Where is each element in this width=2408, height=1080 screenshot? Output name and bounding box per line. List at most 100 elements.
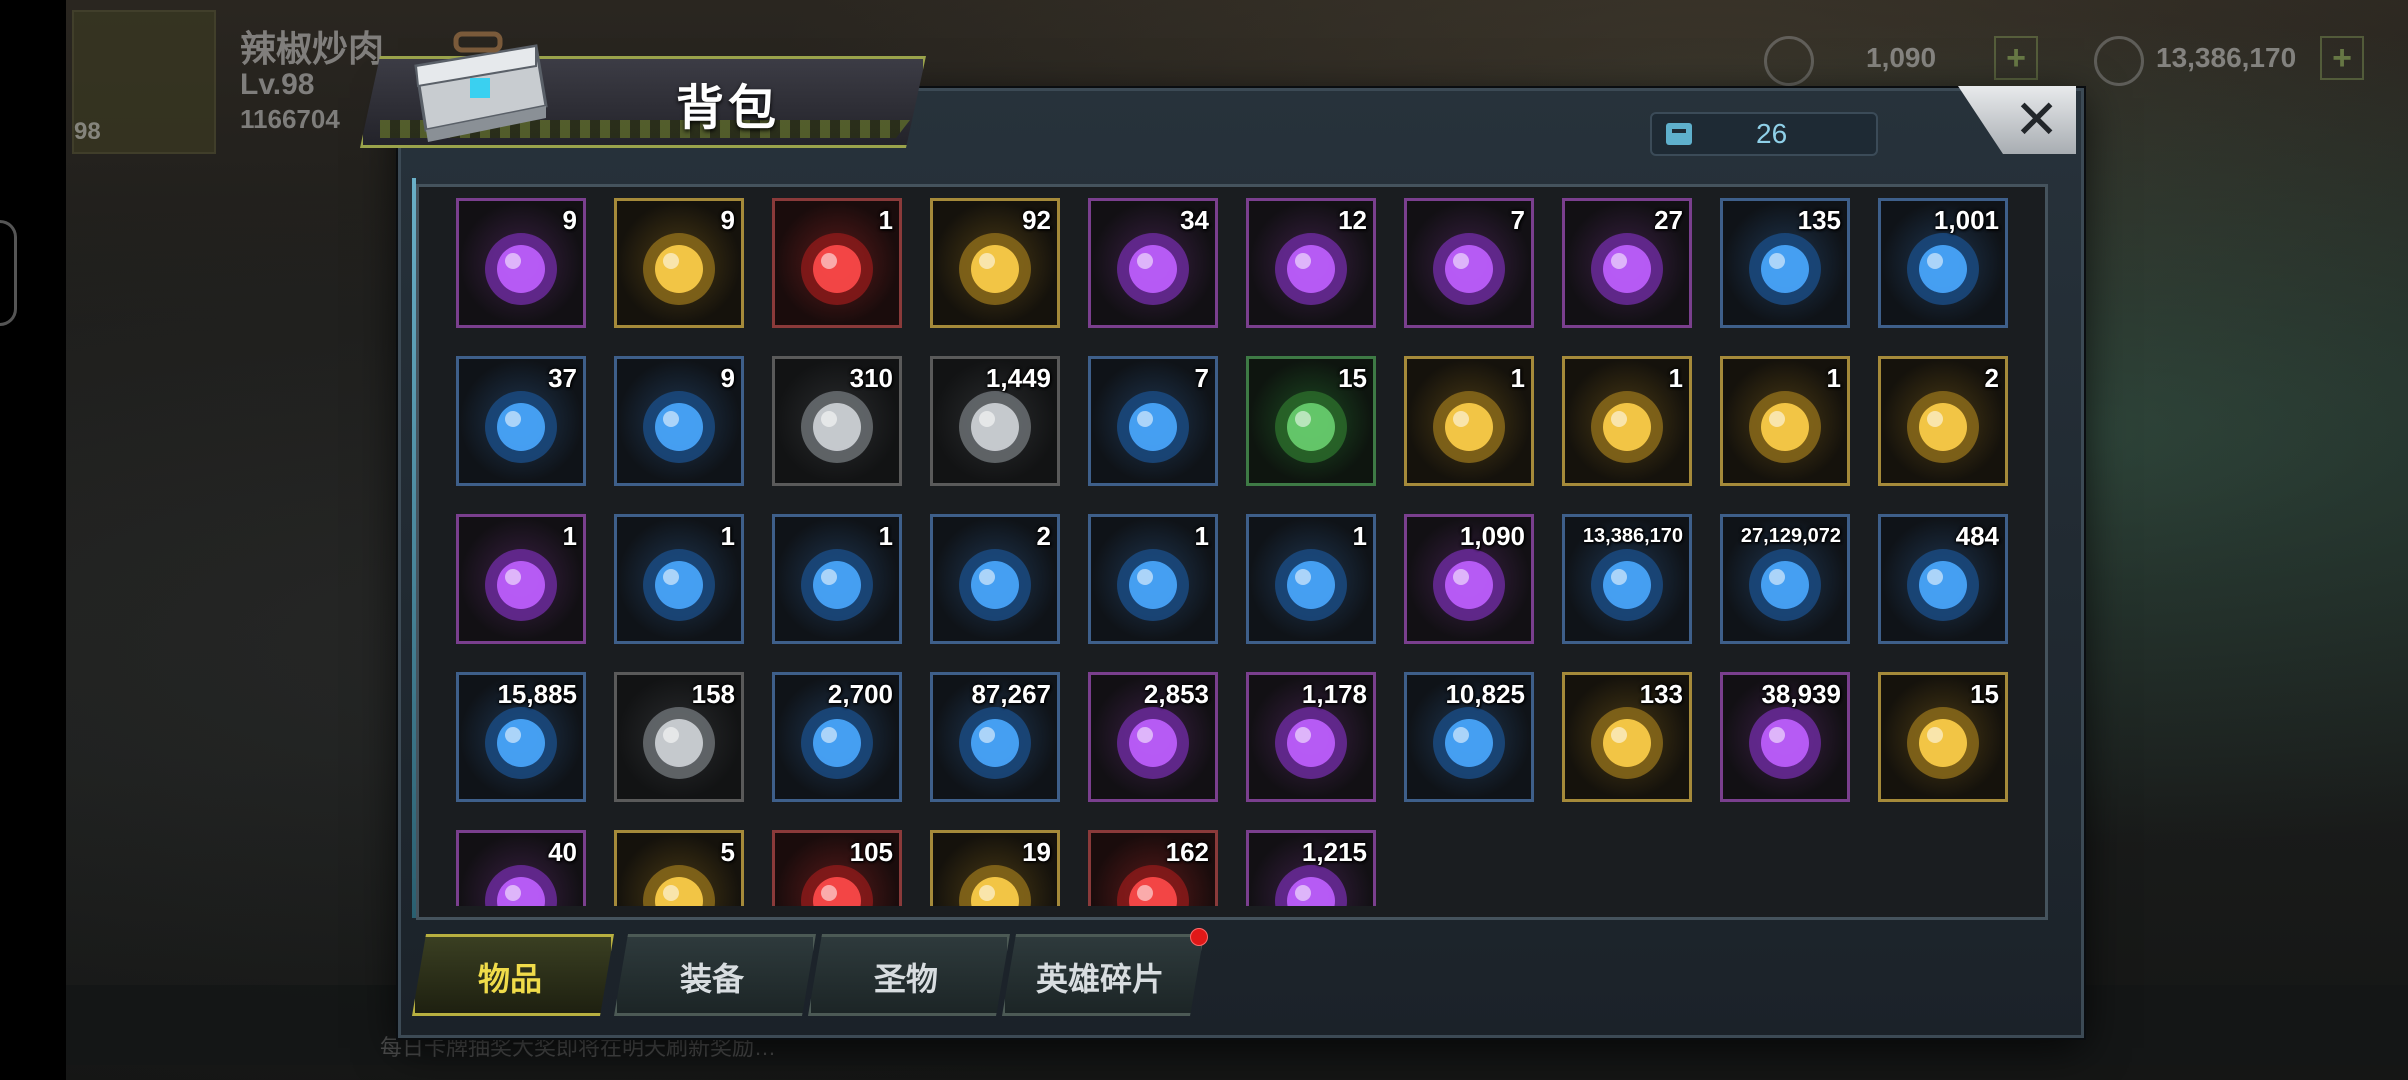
inventory-slot[interactable]: 135 [1720,198,1850,328]
item-count: 1 [1510,363,1525,393]
inventory-slot[interactable]: 1,090 [1404,514,1534,644]
item-count: 7 [1510,205,1525,235]
item-count: 9 [720,205,735,235]
inventory-slot[interactable]: 27,129,072 [1720,514,1850,644]
inventory-slot[interactable]: 9 [456,198,586,328]
inventory-slot[interactable]: 1,215 [1246,830,1376,906]
inventory-slot[interactable]: 1 [1246,514,1376,644]
item-count: 133 [1639,679,1683,709]
inventory-slot[interactable]: 1 [456,514,586,644]
item-count: 15 [1970,679,1999,709]
inventory-slot[interactable]: 1 [614,514,744,644]
tab-relics-label[interactable]: 圣物 [808,954,1004,1000]
item-count: 40 [548,837,577,867]
item-grid[interactable]: 9 9 1 92 34 12 7 27 135 1,001 37 9 310 1,449 7 15 1 1 1 2 1 1… [456,198,2016,906]
gem-icon [1764,36,1814,86]
backpack-icon [1666,123,1692,145]
inventory-slot[interactable]: 40 [456,830,586,906]
inventory-slot[interactable]: 2,700 [772,672,902,802]
gem-count: 1,090 [1866,42,1937,73]
inventory-slot[interactable]: 310 [772,356,902,486]
item-count: 19 [1022,837,1051,867]
item-count: 1 [562,521,577,551]
inventory-slot[interactable]: 1,001 [1878,198,2008,328]
add-gold-button[interactable]: + [2320,36,2364,80]
item-count: 15,885 [497,679,577,709]
inventory-slot[interactable]: 1 [1404,356,1534,486]
player-level: Lv.98 [240,68,315,101]
inventory-slot[interactable]: 2 [930,514,1060,644]
item-count: 10,825 [1445,679,1525,709]
inventory-slot[interactable]: 1 [1088,514,1218,644]
item-count: 12 [1338,205,1367,235]
item-count: 1 [1194,521,1209,551]
inventory-slot[interactable]: 34 [1088,198,1218,328]
item-count: 1,449 [985,363,1051,393]
player-name: 辣椒炒肉 [240,28,385,69]
tab-items-label[interactable]: 物品 [412,954,608,1000]
inventory-slot[interactable]: 15,885 [456,672,586,802]
inventory-slot[interactable]: 1,178 [1246,672,1376,802]
inventory-slot[interactable]: 19 [930,830,1060,906]
inventory-slot[interactable]: 7 [1404,198,1534,328]
inventory-slot[interactable]: 1 [772,198,902,328]
item-count: 92 [1022,205,1051,235]
inventory-slot[interactable]: 1 [1562,356,1692,486]
item-count: 9 [562,205,577,235]
item-count: 5 [720,837,735,867]
item-count: 484 [1955,521,1999,551]
inventory-slot[interactable]: 15 [1246,356,1376,486]
avatar-level: 98 [74,118,101,145]
inventory-slot[interactable]: 27 [1562,198,1692,328]
item-count: 38,939 [1761,679,1841,709]
inventory-slot[interactable]: 484 [1878,514,2008,644]
tab-equipment-label[interactable]: 装备 [614,954,810,1000]
inventory-slot[interactable]: 13,386,170 [1562,514,1692,644]
item-count: 1,215 [1301,837,1367,867]
inventory-slot[interactable]: 92 [930,198,1060,328]
inventory-slot[interactable]: 105 [772,830,902,906]
inventory-slot[interactable]: 7 [1088,356,1218,486]
inventory-slot[interactable]: 37 [456,356,586,486]
tab-hero-shards-label[interactable]: 英雄碎片 [1002,954,1198,1000]
inventory-slot[interactable]: 10,825 [1404,672,1534,802]
inventory-slot[interactable]: 1,449 [930,356,1060,486]
item-count: 2 [1036,521,1051,551]
item-count: 7 [1194,363,1209,393]
inventory-slot[interactable]: 2 [1878,356,2008,486]
inventory-slot[interactable]: 9 [614,198,744,328]
gold-count: 13,386,170 [2156,42,2297,73]
inventory-slot[interactable]: 133 [1562,672,1692,802]
close-icon[interactable]: ✕ [2014,88,2059,151]
inventory-slot[interactable]: 38,939 [1720,672,1850,802]
item-count: 2 [1984,363,1999,393]
item-count: 2,700 [827,679,893,709]
inventory-slot[interactable]: 158 [614,672,744,802]
inventory-slot[interactable]: 12 [1246,198,1376,328]
item-count: 9 [720,363,735,393]
item-count: 310 [849,363,893,393]
item-count: 1 [878,521,893,551]
inventory-slot[interactable]: 15 [1878,672,2008,802]
capacity-value: 26 [1756,118,1788,149]
add-gems-button[interactable]: + [1994,36,2038,80]
inventory-slot[interactable]: 1 [1720,356,1850,486]
item-count: 1 [1826,363,1841,393]
item-count: 1 [1352,521,1367,551]
chest-icon [414,31,548,142]
inventory-slot[interactable]: 9 [614,356,744,486]
item-count: 1,090 [1459,521,1525,551]
screen-edge [0,0,66,1080]
item-count: 34 [1180,205,1209,235]
notification-dot [1190,928,1208,946]
item-count: 105 [849,837,893,867]
inventory-slot[interactable]: 87,267 [930,672,1060,802]
inventory-slot[interactable]: 5 [614,830,744,906]
inventory-slot[interactable]: 2,853 [1088,672,1218,802]
player-power: 1166704 [240,104,340,134]
item-count: 158 [691,679,735,709]
item-count: 1 [878,205,893,235]
inventory-slot[interactable]: 162 [1088,830,1218,906]
inventory-slot[interactable]: 1 [772,514,902,644]
gold-icon [2094,36,2144,86]
